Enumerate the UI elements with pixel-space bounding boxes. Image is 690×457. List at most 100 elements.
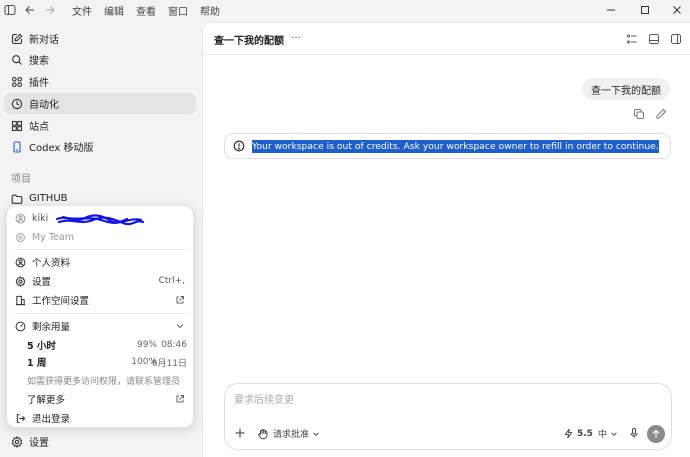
gauge-icon	[15, 321, 26, 331]
alert-text: Your workspace is out of credits. Ask yo…	[252, 139, 659, 153]
maximize-button[interactable]	[630, 0, 660, 20]
team-row[interactable]: My Team	[7, 228, 193, 246]
account-popup-menu: kiki My Team 个人资料 设置 Ctrl+, 工作空间设置 剩余用量 …	[6, 205, 194, 428]
redaction-scribble	[55, 214, 145, 226]
grid-icon	[11, 76, 23, 87]
user-circle-icon	[15, 213, 26, 223]
sidebar-item-label: Codex 移动版	[29, 143, 94, 154]
usage-row-week: 1 周 100% 6月11日	[27, 357, 187, 369]
chevron-down-icon	[611, 431, 617, 436]
account-row[interactable]: kiki	[7, 209, 193, 227]
learn-more-item[interactable]: 了解更多	[7, 390, 193, 408]
menu-window[interactable]: 窗口	[162, 3, 194, 18]
chat-header: 查一下我的配额 ···	[203, 23, 690, 55]
user-message-text: 查一下我的配额	[591, 85, 661, 97]
panel-bottom-icon[interactable]	[647, 32, 661, 46]
sidebar-item-new-chat[interactable]: 新对话	[4, 28, 196, 49]
sidebar-item-automation[interactable]: 自动化	[4, 93, 196, 114]
edit-message-icon[interactable]	[655, 108, 667, 120]
project-label: GITHUB	[29, 193, 68, 204]
external-link-icon	[175, 295, 185, 305]
sidebar-settings-label: 设置	[29, 438, 49, 449]
credits-alert: Your workspace is out of credits. Ask yo…	[224, 133, 671, 159]
sidebar-item-label: 搜索	[29, 56, 49, 67]
sidebar-item-codex-mobile[interactable]: Codex 移动版	[4, 136, 196, 157]
divider	[15, 249, 187, 250]
sidebar-toggle-icon[interactable]	[0, 0, 20, 20]
sidebar-settings[interactable]: 设置	[4, 431, 196, 452]
microphone-icon	[630, 428, 638, 438]
team-name: My Team	[32, 231, 74, 243]
minimize-button[interactable]	[596, 0, 626, 20]
edit-icon	[11, 33, 23, 44]
sidebar-item-search[interactable]: 搜索	[4, 49, 196, 70]
external-link-icon	[175, 394, 185, 404]
settings-label: 设置	[32, 277, 52, 288]
sidebar-item-label: 新对话	[29, 35, 59, 46]
forward-arrow-icon[interactable]	[40, 0, 60, 20]
composer-input[interactable]	[234, 392, 654, 408]
hand-icon	[258, 428, 268, 439]
profile-label: 个人资料	[32, 258, 71, 269]
account-name: kiki	[32, 212, 49, 224]
clock-icon	[11, 98, 23, 109]
menu-view[interactable]: 查看	[130, 3, 162, 18]
model-selector[interactable]: 5.5 中	[563, 427, 618, 440]
panel-right-icon[interactable]	[669, 32, 683, 46]
team-gear-icon	[16, 232, 25, 242]
user-message-bubble: 查一下我的配额	[582, 78, 670, 100]
approval-label: 请求批准	[273, 430, 310, 440]
menu-edit[interactable]: 编辑	[98, 3, 130, 18]
settings-shortcut: Ctrl+,	[158, 276, 185, 286]
access-hint: 如需获得更多访问权限，请联系管理员	[27, 377, 181, 387]
workspace-settings-item[interactable]: 工作空间设置	[7, 291, 193, 309]
settings-item[interactable]: 设置 Ctrl+,	[7, 272, 193, 290]
sidebar-item-label: 站点	[29, 122, 49, 133]
folder-icon	[11, 194, 23, 204]
info-circle-icon	[233, 140, 245, 152]
add-attachment-button[interactable]	[234, 427, 246, 439]
more-options-button[interactable]: ···	[289, 31, 303, 45]
title-bar: 文件 编辑 查看 窗口 帮助	[0, 0, 690, 20]
sidebar-item-label: 自动化	[29, 100, 59, 111]
usage-label: 剩余用量	[32, 322, 71, 333]
logout-label: 退出登录	[32, 414, 71, 425]
composer: 请求批准 5.5 中	[224, 383, 672, 450]
chat-title: 查一下我的配额	[214, 36, 284, 47]
sidebar-item-label: 插件	[29, 78, 49, 89]
gear-icon	[11, 435, 23, 448]
approval-mode-button[interactable]: 请求批准	[257, 427, 320, 440]
workspace-settings-label: 工作空间设置	[32, 296, 90, 307]
main-panel: 查一下我的配额 ··· 查一下我的配额 Your workspace is ou…	[202, 22, 690, 457]
chevron-down-icon	[313, 431, 319, 436]
divider	[15, 313, 187, 314]
usage-row-5h: 5 小时 99% 08:46	[27, 340, 187, 352]
list-view-icon[interactable]	[625, 32, 639, 46]
sidebar-item-plugins[interactable]: 插件	[4, 71, 196, 92]
close-button[interactable]	[662, 0, 690, 20]
profile-item[interactable]: 个人资料	[7, 253, 193, 271]
menu-help[interactable]: 帮助	[194, 3, 226, 18]
sidebar-item-sites[interactable]: 站点	[4, 115, 196, 136]
microphone-button[interactable]	[628, 427, 640, 439]
lightning-icon	[564, 428, 573, 439]
usage-header[interactable]: 剩余用量	[7, 317, 193, 335]
globe-icon	[11, 120, 23, 131]
arrow-up-icon	[652, 429, 660, 438]
menu-file[interactable]: 文件	[66, 3, 98, 18]
copy-icon[interactable]	[633, 108, 645, 120]
logout-item[interactable]: 退出登录	[7, 409, 193, 427]
back-arrow-icon[interactable]	[20, 0, 40, 20]
model-version: 5.5	[577, 428, 593, 439]
projects-section-label: 项目	[11, 174, 31, 185]
send-button[interactable]	[647, 425, 665, 443]
building-icon	[15, 295, 26, 305]
effort-level: 中	[597, 430, 607, 440]
phone-icon	[13, 140, 21, 153]
learn-more-label: 了解更多	[27, 395, 66, 406]
settings-gear-icon	[15, 275, 26, 287]
profile-icon	[15, 257, 26, 267]
logout-icon	[16, 413, 26, 423]
search-icon	[12, 54, 22, 65]
chevron-down-icon	[175, 321, 185, 331]
